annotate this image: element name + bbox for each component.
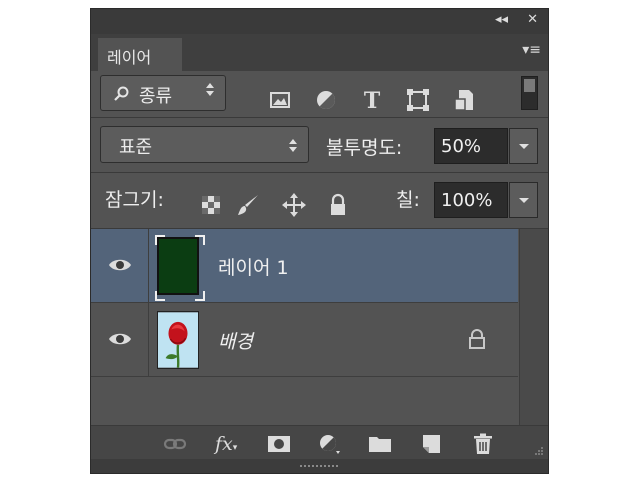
lock-image-pixels-icon[interactable]: [235, 192, 261, 218]
rose-thumbnail-icon[interactable]: [157, 311, 199, 369]
new-layer-icon[interactable]: [419, 433, 443, 455]
visibility-toggle[interactable]: [91, 229, 149, 302]
fill-value: 100%: [441, 190, 493, 211]
new-adjustment-layer-icon[interactable]: [317, 433, 341, 455]
opacity-value: 50%: [441, 136, 482, 157]
layer-row-selected[interactable]: 레이어 1: [91, 229, 518, 303]
updown-arrows-icon: [289, 139, 299, 152]
blend-mode-value: 표준: [119, 137, 153, 158]
chevron-down-icon: [519, 198, 529, 203]
trash-icon[interactable]: [471, 433, 495, 455]
search-icon: [114, 86, 129, 101]
filter-kind-label: 종류: [139, 86, 173, 107]
lock-icon: [469, 329, 485, 349]
fill-label: 칠:: [396, 189, 420, 211]
layers-list: 레이어 1 배경: [91, 229, 518, 425]
grip-dots-icon: [300, 465, 340, 467]
type-layer-filter-icon[interactable]: T: [359, 87, 385, 113]
lock-position-icon[interactable]: [281, 192, 307, 218]
layer-thumbnail[interactable]: [155, 235, 205, 301]
opacity-dropdown-button[interactable]: [509, 128, 538, 164]
collapse-icon[interactable]: ◂◂: [495, 12, 508, 27]
layers-panel: ◂◂ ✕ 레이어 ▾≡ 종류 T 표준 불투명도: 50% 잠그기: 칠: 10…: [90, 8, 549, 474]
filter-toggle-switch[interactable]: [521, 76, 538, 110]
adjustment-layer-filter-icon[interactable]: [313, 87, 339, 113]
blend-mode-select[interactable]: 표준: [100, 126, 309, 163]
fill-input[interactable]: 100%: [434, 182, 508, 218]
selection-corners-icon: [155, 235, 205, 301]
panel-titlebar[interactable]: ◂◂ ✕: [91, 9, 548, 34]
close-icon[interactable]: ✕: [527, 12, 538, 27]
layer-name[interactable]: 배경: [218, 327, 253, 354]
fx-label: fx: [215, 433, 233, 455]
bottom-toolbar: fx▾: [91, 425, 548, 459]
svg-text:T: T: [364, 88, 381, 113]
layers-scrollbar[interactable]: [519, 229, 548, 425]
tab-layers-label: 레이어: [107, 48, 152, 67]
link-layers-icon[interactable]: [163, 433, 187, 455]
updown-arrows-icon: [206, 83, 216, 96]
panel-drag-grip[interactable]: [91, 459, 548, 473]
opacity-input[interactable]: 50%: [434, 128, 508, 164]
smart-object-filter-icon[interactable]: [451, 87, 477, 113]
new-group-folder-icon[interactable]: [368, 433, 392, 455]
panel-menu-icon[interactable]: ▾≡: [522, 42, 541, 58]
visibility-toggle[interactable]: [91, 303, 149, 376]
chevron-down-icon: [519, 144, 529, 149]
layer-row[interactable]: 배경: [91, 303, 518, 377]
resize-grip-icon[interactable]: [534, 446, 544, 456]
layer-name[interactable]: 레이어 1: [218, 253, 289, 280]
tab-layers[interactable]: 레이어: [98, 38, 182, 71]
add-mask-icon[interactable]: [267, 433, 291, 455]
opacity-label: 불투명도:: [326, 137, 403, 159]
fill-dropdown-button[interactable]: [509, 182, 538, 218]
divider: [91, 172, 548, 173]
lock-all-icon[interactable]: [325, 192, 351, 218]
eye-icon: [109, 259, 131, 271]
pixel-layer-filter-icon[interactable]: [267, 87, 293, 113]
eye-icon: [109, 333, 131, 345]
shape-layer-filter-icon[interactable]: [405, 87, 431, 113]
filter-kind-select[interactable]: 종류: [100, 75, 226, 111]
divider: [91, 117, 548, 118]
lock-label: 잠그기:: [105, 189, 164, 211]
lock-transparent-pixels-icon[interactable]: [198, 192, 224, 218]
tab-row: 레이어 ▾≡: [91, 34, 548, 71]
fx-icon[interactable]: fx▾: [215, 433, 239, 455]
